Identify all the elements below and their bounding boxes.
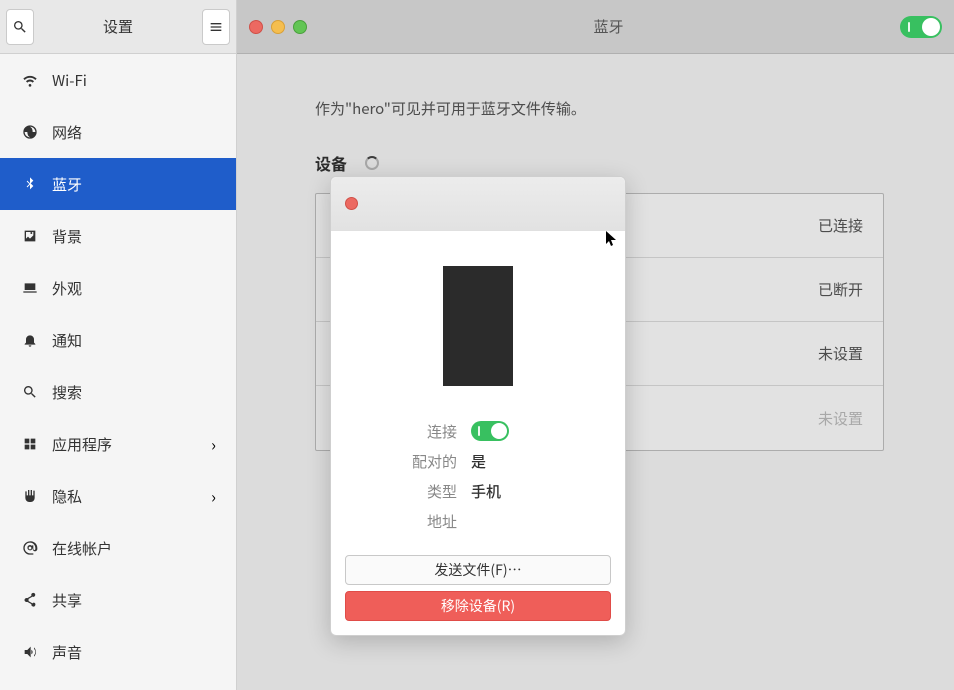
sidebar-item-label: 网络: [52, 122, 82, 143]
paired-label: 配对的: [331, 451, 471, 472]
chevron-right-icon: ›: [211, 484, 216, 508]
search-icon: [12, 19, 28, 35]
minimize-window-button[interactable]: [271, 20, 285, 34]
hand-icon: [20, 488, 40, 504]
bluetooth-toggle[interactable]: [900, 16, 942, 38]
close-window-button[interactable]: [249, 20, 263, 34]
dialog-buttons: 发送文件(F)… 移除设备(R): [331, 555, 625, 635]
sidebar-item-label: 隐私: [52, 486, 82, 507]
sidebar-item-sharing[interactable]: 共享: [0, 574, 236, 626]
devices-header: 设备: [315, 151, 884, 175]
sidebar-item-online-accounts[interactable]: 在线帐户: [0, 522, 236, 574]
devices-label: 设备: [315, 151, 347, 175]
visibility-text: 作为"hero"可见并可用于蓝牙文件传输。: [315, 98, 884, 119]
connection-toggle[interactable]: [471, 421, 509, 441]
sidebar-item-label: 应用程序: [52, 434, 112, 455]
sidebar-item-label: 蓝牙: [52, 174, 82, 195]
sidebar-item-label: 共享: [52, 590, 82, 611]
sidebar-item-label: 背景: [52, 226, 82, 247]
address-label: 地址: [331, 511, 471, 532]
sidebar-item-label: 外观: [52, 278, 82, 299]
apps-icon: [20, 436, 40, 452]
sidebar-item-notifications[interactable]: 通知: [0, 314, 236, 366]
device-status: 未设置: [818, 343, 863, 364]
settings-title: 设置: [34, 16, 202, 37]
search-button[interactable]: [6, 9, 34, 45]
bell-icon: [20, 332, 40, 348]
at-icon: [20, 540, 40, 556]
send-file-button[interactable]: 发送文件(F)…: [345, 555, 611, 585]
image-icon: [20, 228, 40, 244]
sidebar-item-applications[interactable]: 应用程序 ›: [0, 418, 236, 470]
sidebar-item-wifi[interactable]: Wi-Fi: [0, 54, 236, 106]
sidebar-item-background[interactable]: 背景: [0, 210, 236, 262]
dialog-details: 连接 配对的 是 类型 手机 地址: [331, 416, 625, 536]
device-status: 未设置: [818, 408, 863, 429]
device-image: [443, 266, 513, 386]
type-value: 手机: [471, 481, 501, 502]
remove-device-button[interactable]: 移除设备(R): [345, 591, 611, 621]
sidebar-item-sound[interactable]: 声音: [0, 626, 236, 678]
appearance-icon: [20, 280, 40, 296]
bluetooth-icon: [20, 176, 40, 192]
share-icon: [20, 592, 40, 608]
paired-value: 是: [471, 451, 486, 472]
sidebar-item-bluetooth[interactable]: 蓝牙: [0, 158, 236, 210]
device-status: 已断开: [818, 279, 863, 300]
search-icon: [20, 384, 40, 400]
device-dialog: 连接 配对的 是 类型 手机 地址 发送文件(F)… 移除设备(R): [330, 176, 626, 636]
window-controls: [249, 20, 307, 34]
wifi-icon: [20, 72, 40, 88]
sidebar-item-label: Wi-Fi: [52, 70, 87, 91]
sidebar-item-appearance[interactable]: 外观: [0, 262, 236, 314]
sidebar-item-label: 搜索: [52, 382, 82, 403]
globe-icon: [20, 124, 40, 140]
page-title: 蓝牙: [317, 16, 900, 37]
sidebar-item-network[interactable]: 网络: [0, 106, 236, 158]
hamburger-icon: [208, 19, 224, 35]
sidebar-item-label: 通知: [52, 330, 82, 351]
sidebar-item-label: 在线帐户: [52, 538, 112, 559]
close-dialog-button[interactable]: [345, 197, 358, 210]
chevron-right-icon: ›: [211, 432, 216, 456]
dialog-header: [331, 177, 625, 231]
menu-button[interactable]: [202, 9, 230, 45]
maximize-window-button[interactable]: [293, 20, 307, 34]
type-label: 类型: [331, 481, 471, 502]
sidebar-header: 设置: [0, 0, 237, 54]
sidebar-item-label: 声音: [52, 642, 82, 663]
device-status: 已连接: [818, 215, 863, 236]
sidebar-item-search[interactable]: 搜索: [0, 366, 236, 418]
spinner-icon: [365, 156, 379, 170]
connection-label: 连接: [331, 421, 471, 442]
sidebar: Wi-Fi 网络 蓝牙 背景 外观 通知 搜索 应用程序 › 隐私 › 在线帐户…: [0, 54, 237, 690]
main-header: 蓝牙: [237, 0, 954, 54]
sidebar-item-privacy[interactable]: 隐私 ›: [0, 470, 236, 522]
speaker-icon: [20, 644, 40, 660]
